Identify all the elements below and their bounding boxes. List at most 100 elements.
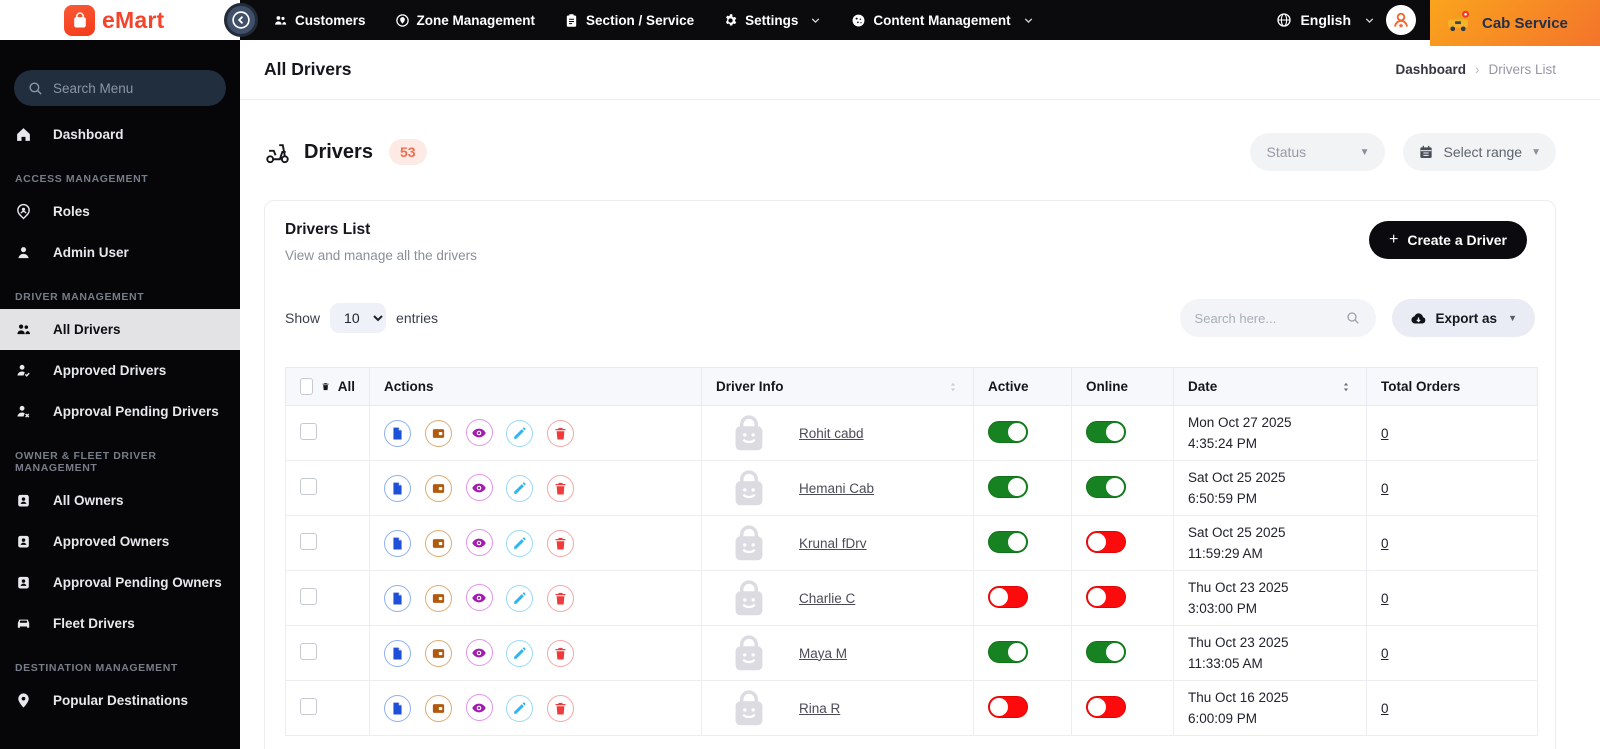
nav-settings[interactable]: Settings [723,13,822,28]
breadcrumb-dashboard-link[interactable]: Dashboard [1395,62,1466,77]
select-all-checkbox[interactable] [300,378,313,395]
active-toggle[interactable] [988,695,1028,718]
document-action-button[interactable] [384,529,411,557]
driver-name-link[interactable]: Rohit cabd [799,426,864,441]
row-checkbox[interactable] [300,698,317,715]
edit-action-button[interactable] [506,529,534,557]
edit-action-button[interactable] [506,419,534,447]
driver-name-link[interactable]: Rina R [799,701,840,716]
trash-icon[interactable] [321,380,330,393]
delete-action-button[interactable] [547,419,575,447]
time-value: 6:00:09 PM [1188,711,1258,726]
sidebar-item-approved-owners[interactable]: Approved Owners [0,521,240,562]
view-action-button[interactable] [465,584,493,612]
brand-logo[interactable]: eMart [0,0,240,40]
view-action-button[interactable] [465,529,493,557]
sidebar-item-admin-user[interactable]: Admin User [0,232,240,273]
row-checkbox[interactable] [300,643,317,660]
sidebar-item-dashboard[interactable]: Dashboard [0,114,240,155]
document-action-button[interactable] [384,584,411,612]
service-panel[interactable]: Cab Service [1430,0,1600,46]
date-range-picker[interactable]: Select range ▼ [1403,133,1556,171]
wallet-action-button[interactable] [424,639,452,667]
sidebar-item-approval-pending-drivers[interactable]: Approval Pending Drivers [0,391,240,432]
driver-count-badge: 53 [388,139,427,165]
row-checkbox[interactable] [300,533,317,550]
total-orders-link[interactable]: 0 [1381,481,1389,496]
date-value: Thu Oct 23 2025 [1188,635,1289,650]
view-action-button[interactable] [465,474,493,502]
edit-action-button[interactable] [506,694,534,722]
column-date[interactable]: Date [1173,367,1367,406]
driver-name-link[interactable]: Maya M [799,646,847,661]
sidebar-item-approved-drivers[interactable]: Approved Drivers [0,350,240,391]
driver-name-link[interactable]: Hemani Cab [799,481,874,496]
driver-name-link[interactable]: Krunal fDrv [799,536,867,551]
online-toggle[interactable] [1086,420,1126,443]
row-checkbox[interactable] [300,588,317,605]
edit-action-button[interactable] [506,474,534,502]
document-action-button[interactable] [384,694,411,722]
row-checkbox[interactable] [300,478,317,495]
online-toggle[interactable] [1086,530,1126,553]
sidebar-search[interactable] [14,70,226,106]
status-filter-dropdown[interactable]: Status ▼ [1250,133,1386,171]
document-action-button[interactable] [384,474,411,502]
column-driver-info[interactable]: Driver Info [701,367,974,406]
sidebar-item-all-drivers[interactable]: All Drivers [0,309,240,350]
table-search-input[interactable] [1194,310,1325,326]
delete-action-button[interactable] [547,639,575,667]
breadcrumb: Dashboard › Drivers List [1395,62,1556,77]
wallet-action-button[interactable] [424,694,452,722]
active-toggle[interactable] [988,585,1028,608]
wallet-action-button[interactable] [424,419,452,447]
export-as-button[interactable]: Export as ▼ [1391,299,1535,337]
user-avatar[interactable] [1386,5,1416,35]
table-search[interactable] [1179,299,1376,337]
sidebar-item-approval-pending-owners[interactable]: Approval Pending Owners [0,562,240,603]
nav-zone-management[interactable]: Zone Management [395,13,535,28]
wallet-action-button[interactable] [424,474,452,502]
total-orders-link[interactable]: 0 [1381,701,1389,716]
create-driver-button[interactable]: + Create a Driver [1369,221,1527,259]
active-toggle[interactable] [988,530,1028,553]
active-toggle[interactable] [988,475,1028,498]
online-toggle[interactable] [1086,585,1126,608]
total-orders-link[interactable]: 0 [1381,591,1389,606]
plus-icon: + [1389,231,1399,248]
delete-action-button[interactable] [547,529,575,557]
language-switcher[interactable]: English [1276,12,1376,28]
view-action-button[interactable] [465,694,493,722]
edit-action-button[interactable] [506,584,534,612]
online-toggle[interactable] [1086,695,1126,718]
view-action-button[interactable] [465,419,493,447]
wallet-action-button[interactable] [424,584,452,612]
sidebar-item-roles[interactable]: Roles [0,191,240,232]
document-action-button[interactable] [384,419,411,447]
total-orders-link[interactable]: 0 [1381,646,1389,661]
active-toggle[interactable] [988,640,1028,663]
nav-content-management[interactable]: Content Management [851,13,1034,28]
sidebar-search-input[interactable] [53,80,203,96]
online-toggle[interactable] [1086,640,1126,663]
sidebar-collapse-button[interactable] [224,3,258,37]
delete-action-button[interactable] [547,694,575,722]
nav-section-service[interactable]: Section / Service [564,13,694,28]
view-action-button[interactable] [465,639,493,667]
sidebar-item-all-owners[interactable]: All Owners [0,480,240,521]
total-orders-link[interactable]: 0 [1381,426,1389,441]
document-action-button[interactable] [384,639,411,667]
page-size-select[interactable]: 10 [330,303,387,333]
sidebar-item-popular-destinations[interactable]: Popular Destinations [0,680,240,721]
total-orders-link[interactable]: 0 [1381,536,1389,551]
delete-action-button[interactable] [547,584,575,612]
delete-action-button[interactable] [547,474,575,502]
nav-customers[interactable]: Customers [273,13,366,28]
active-toggle[interactable] [988,420,1028,443]
sidebar-item-fleet-drivers[interactable]: Fleet Drivers [0,603,240,644]
wallet-action-button[interactable] [424,529,452,557]
online-toggle[interactable] [1086,475,1126,498]
row-checkbox[interactable] [300,423,317,440]
driver-name-link[interactable]: Charlie C [799,591,855,606]
edit-action-button[interactable] [506,639,534,667]
